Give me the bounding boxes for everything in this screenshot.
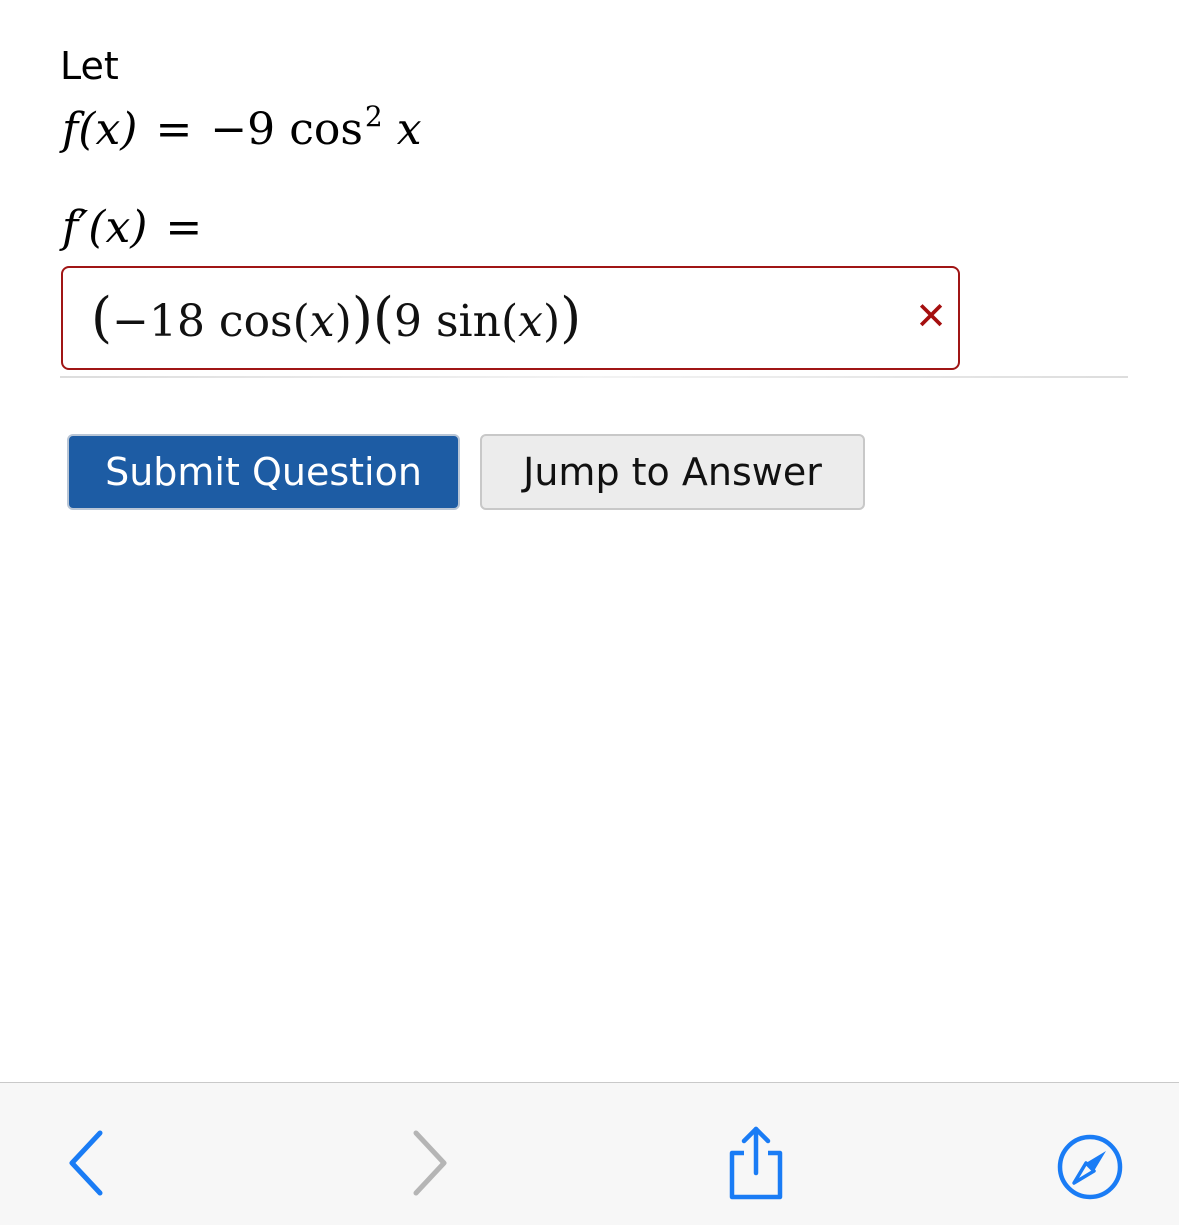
share-icon (729, 1126, 783, 1200)
question-content: Let f(x) = −9 cos2 x f′(x) = (−18 cos(x))(9… (0, 0, 1179, 1082)
answer-open-paren: ( (91, 286, 113, 349)
answer-term2-var: x (518, 296, 543, 347)
equals-sign: = (155, 104, 193, 155)
answer-expression: (−18 cos(x))(9 sin(x)) (91, 286, 581, 349)
compass-icon (1057, 1134, 1123, 1200)
answer-term2-close: ) (542, 296, 561, 347)
answer-close-paren-2: ) (560, 286, 582, 349)
function-variable: x (396, 104, 422, 155)
function-coefficient: −9 (210, 104, 276, 155)
browser-toolbar (0, 1082, 1179, 1225)
chevron-right-icon (413, 1130, 447, 1196)
forward-button[interactable] (388, 1121, 468, 1201)
derivative-equals-sign: = (165, 202, 203, 253)
safari-compass-button[interactable] (1050, 1121, 1130, 1201)
back-button[interactable] (48, 1121, 128, 1201)
answer-open-paren-2: ( (372, 286, 394, 349)
answer-term1: −18 cos (112, 296, 293, 347)
derivative-lhs: f′(x) (62, 202, 148, 253)
divider (60, 376, 1128, 378)
jump-to-answer-button[interactable]: Jump to Answer (480, 434, 865, 510)
let-label: Let (60, 44, 119, 88)
submit-question-button[interactable]: Submit Question (67, 434, 460, 510)
function-name: cos (289, 104, 363, 155)
answer-term2-open: ( (500, 296, 519, 347)
chevron-left-icon (69, 1130, 103, 1196)
function-power: 2 (364, 100, 383, 133)
share-button[interactable] (716, 1121, 796, 1201)
answer-close-paren: ) (351, 286, 373, 349)
answer-term2: 9 sin (393, 296, 501, 347)
function-definition: f(x) = −9 cos2 x (62, 100, 422, 155)
incorrect-icon: ✕ (915, 294, 947, 338)
answer-input[interactable]: (−18 cos(x))(9 sin(x)) ✕ (61, 266, 960, 370)
answer-term1-var: x (309, 296, 335, 347)
function-lhs: f(x) (62, 104, 138, 155)
answer-term1-open: ( (292, 296, 310, 347)
derivative-prompt: f′(x) = (62, 202, 220, 253)
answer-term1-close: ) (334, 296, 352, 347)
